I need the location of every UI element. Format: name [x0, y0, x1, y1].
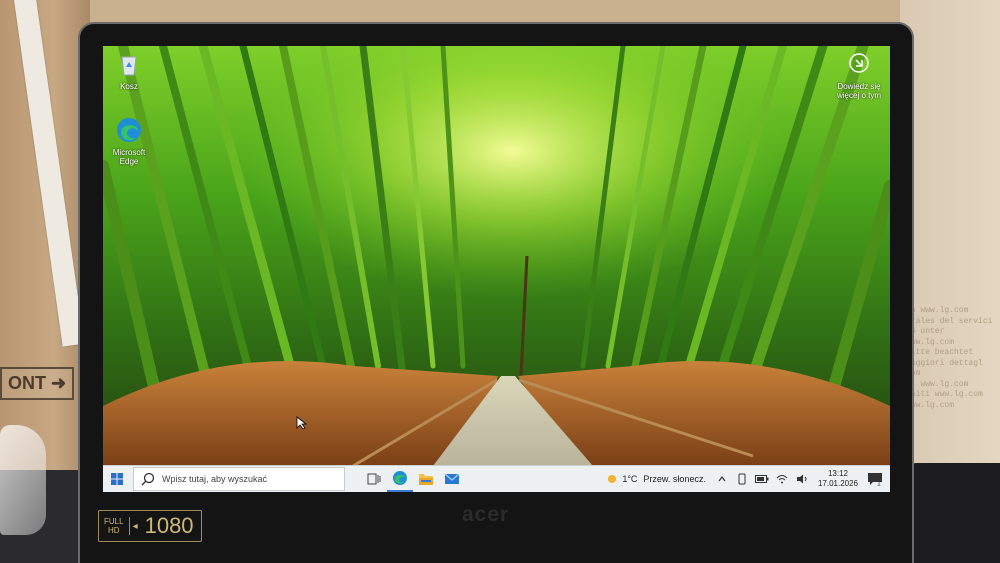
battery-button[interactable] [754, 471, 770, 487]
search-icon [141, 472, 155, 486]
desktop-icon-microsoft-edge[interactable]: Microsoft Edge [103, 116, 155, 166]
taskbar-explorer-button[interactable] [413, 466, 439, 492]
fhd-top: FULL [104, 517, 124, 526]
desktop-icon-recycle-bin[interactable]: Kosz [103, 50, 155, 91]
box-text: ONT [8, 373, 46, 393]
notification-icon: 1 [868, 473, 882, 487]
edge-label: Microsoft Edge [112, 148, 146, 166]
dark-pad [910, 463, 1000, 563]
system-tray: 1°C Przew. słonecz. 13:12 17.01.2026 1 [606, 466, 890, 492]
taskbar: Wpisz tutaj, aby wyszukać 1°C Przew. sło… [103, 466, 890, 492]
fhd-arrow-icon: ◂ [132, 520, 138, 532]
box-arrow: ➜ [51, 373, 67, 393]
start-button[interactable] [103, 466, 131, 492]
fhd-label: FULL HD [99, 517, 130, 535]
fullhd-badge: FULL HD ◂ 1080 [98, 510, 202, 542]
task-view-icon [367, 473, 381, 485]
notification-center-button[interactable]: 1 [864, 468, 886, 490]
recycle-bin-label: Kosz [120, 82, 138, 91]
folder-icon [419, 474, 433, 485]
clock[interactable]: 13:12 17.01.2026 [818, 469, 858, 489]
mouse-cursor-icon [296, 416, 308, 430]
screen: Kosz Microsoft Edge Dowiedz się więcej o… [103, 46, 890, 492]
edge-icon [393, 471, 407, 485]
weather-widget[interactable]: 1°C Przew. słonecz. [606, 473, 706, 485]
box-print-ont: ONT ➜ [0, 367, 75, 400]
taskbar-edge-button[interactable] [387, 466, 413, 492]
clock-date: 17.01.2026 [817, 479, 858, 488]
edge-icon [117, 118, 141, 142]
search-box[interactable]: Wpisz tutaj, aby wyszukać [133, 467, 345, 491]
volume-button[interactable] [794, 471, 810, 487]
weather-temp: 1°C [622, 474, 638, 484]
recycle-bin-icon [121, 56, 137, 76]
sign-in-icon [849, 53, 869, 73]
search-placeholder: Wpisz tutaj, aby wyszukać [162, 474, 268, 484]
show-hidden-icons-button[interactable] [714, 471, 730, 487]
speaker-icon [796, 474, 807, 484]
bamboo-wallpaper [103, 46, 890, 466]
fhd-value: 1080 [144, 513, 194, 538]
plastic-wrap [0, 425, 46, 535]
box-print-lg: on www.lg.com erales del servici LG unte… [906, 306, 993, 410]
windows-logo-icon [111, 473, 123, 485]
mail-icon [444, 473, 460, 484]
device-icon [738, 473, 746, 485]
chevron-up-icon [718, 476, 726, 482]
acer-logo: acer [462, 503, 510, 526]
notification-count: 1 [877, 481, 881, 487]
weather-desc: Przew. słonecz. [643, 474, 706, 484]
wifi-button[interactable] [774, 471, 790, 487]
sign-in-notice[interactable]: Dowiedz się więcej o tym [830, 52, 888, 100]
taskbar-mail-button[interactable] [439, 466, 465, 492]
phone-link-button[interactable] [734, 471, 750, 487]
battery-icon [754, 475, 769, 483]
sun-icon [608, 475, 617, 483]
notice-label: Dowiedz się więcej o tym [836, 82, 881, 100]
wifi-icon [776, 475, 788, 484]
clock-time: 13:12 [827, 469, 848, 478]
fhd-bottom: HD [108, 526, 120, 535]
task-view-button[interactable] [361, 466, 387, 492]
